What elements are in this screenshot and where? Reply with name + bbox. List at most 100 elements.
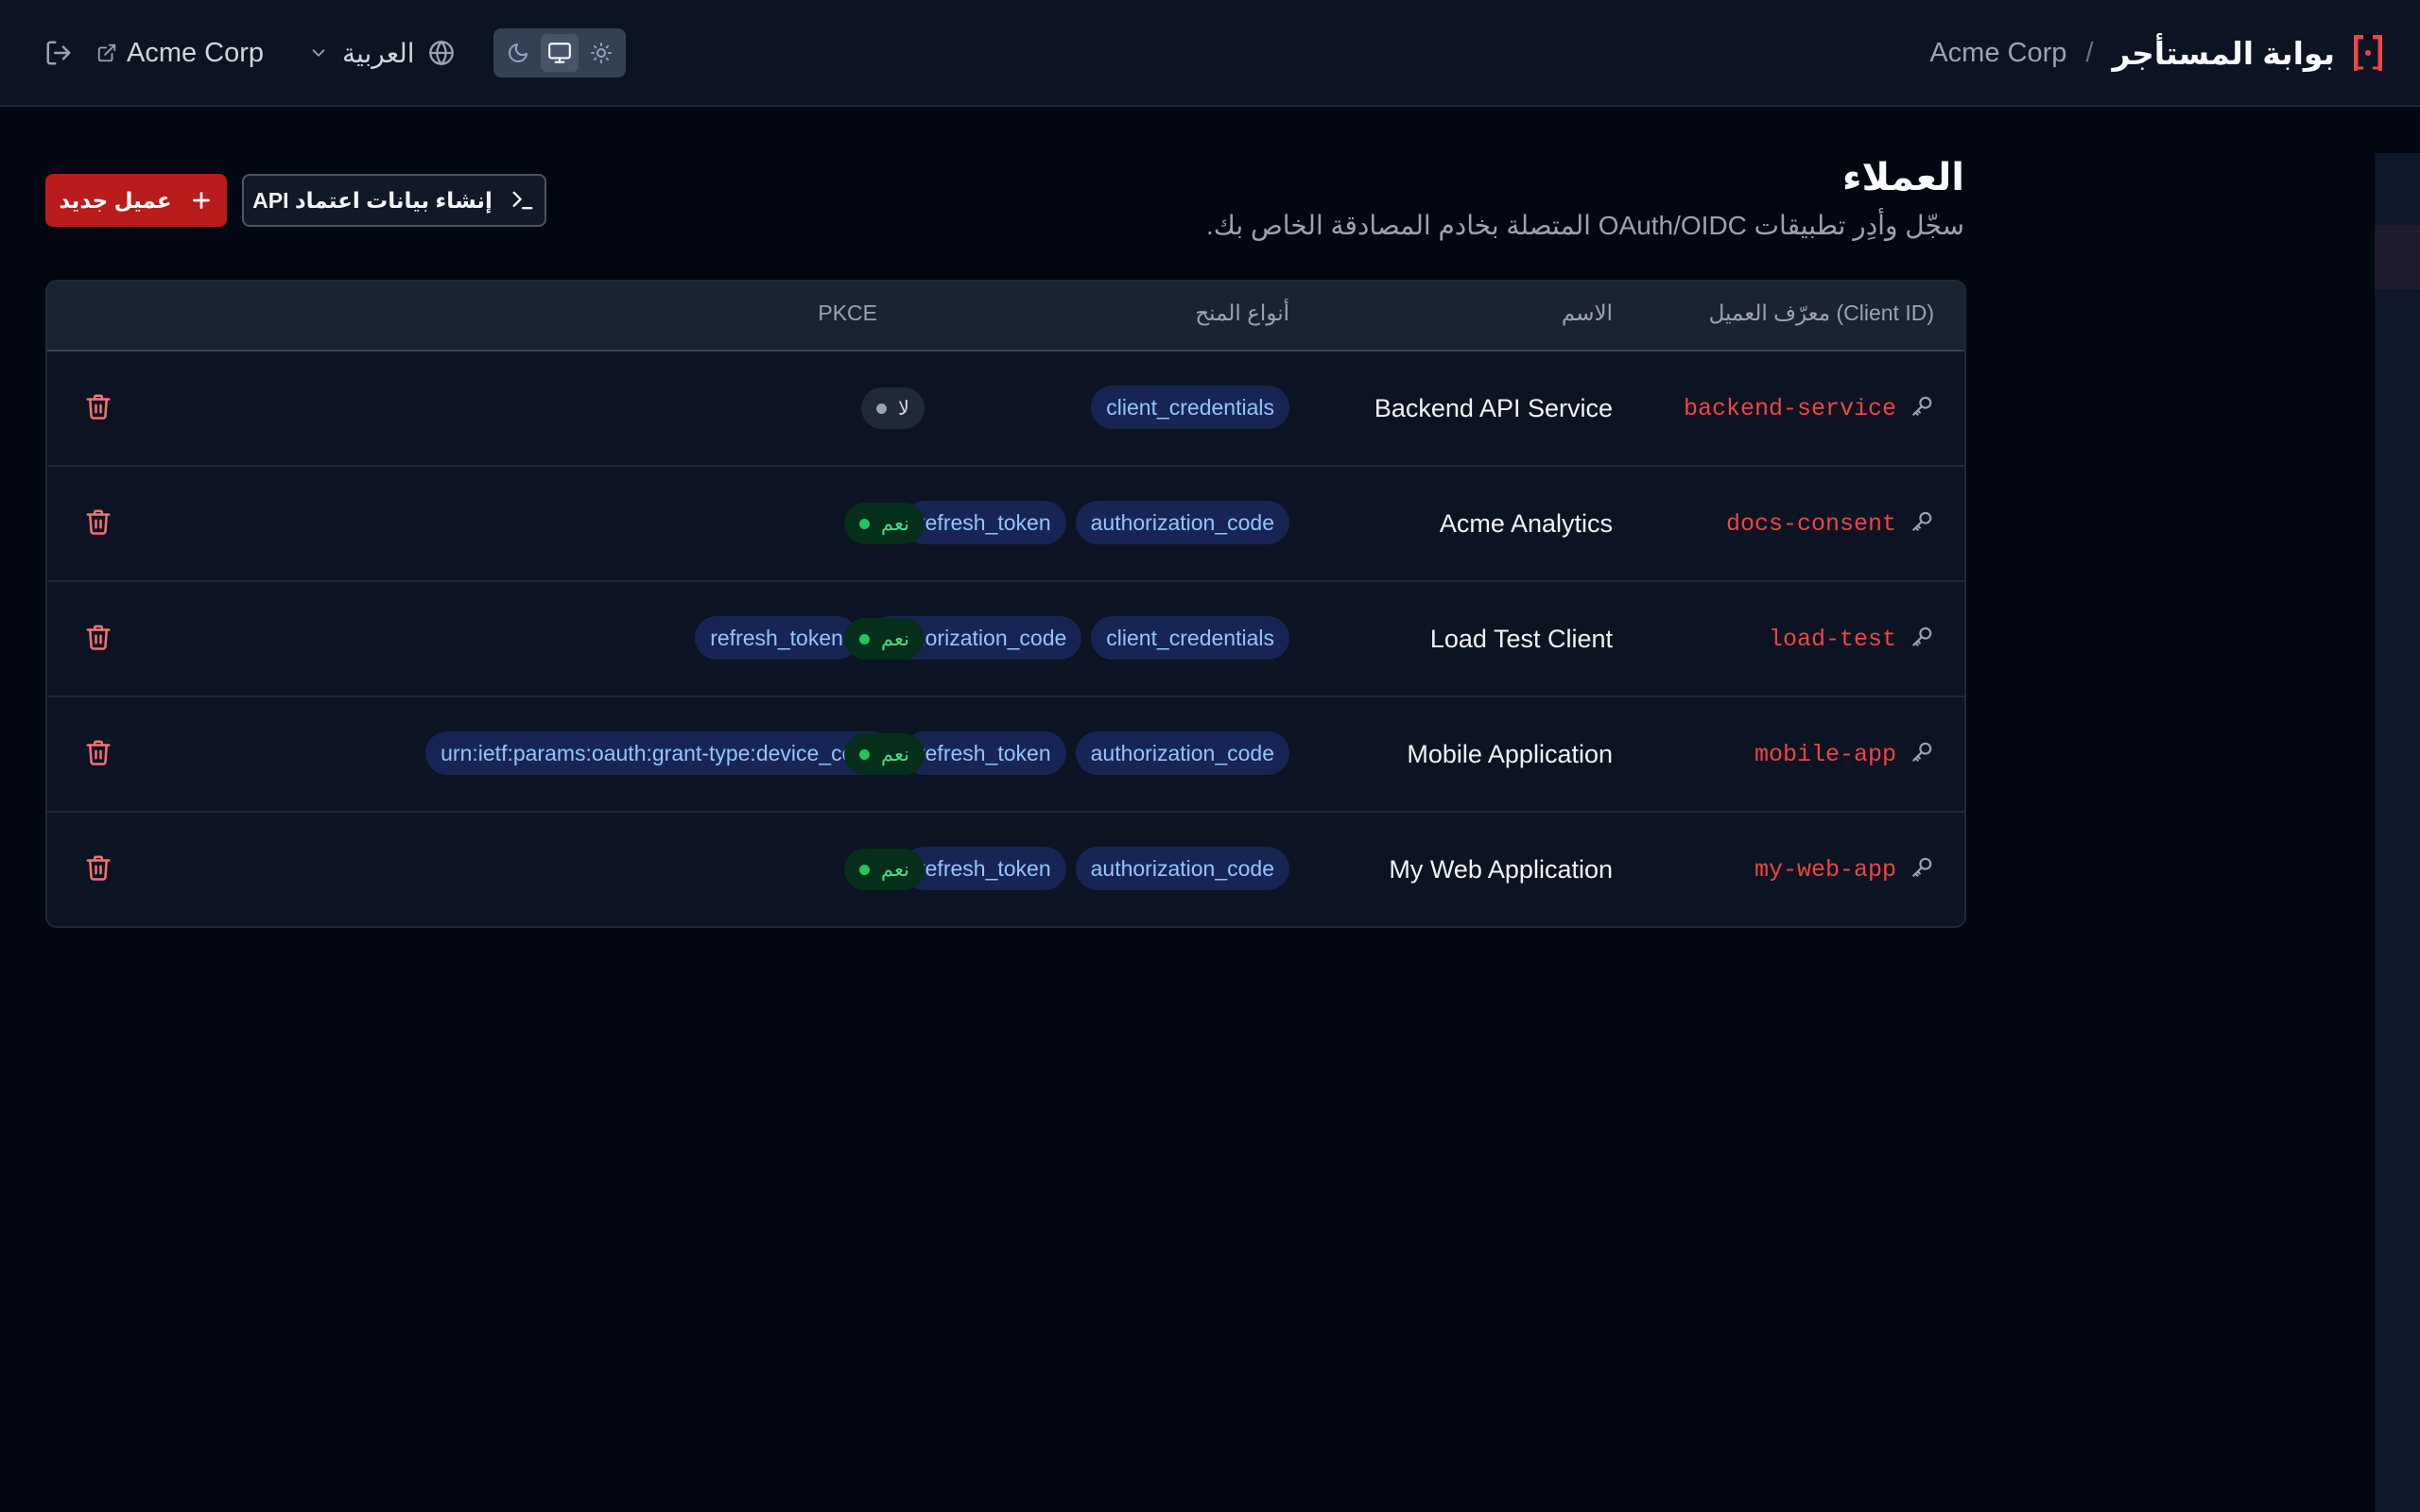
new-client-button[interactable]: عميل جديد bbox=[45, 174, 227, 227]
trash-icon bbox=[84, 853, 112, 886]
theme-system-button[interactable] bbox=[541, 34, 579, 72]
plus-icon bbox=[192, 192, 210, 209]
delete-client-button[interactable] bbox=[79, 735, 117, 773]
delete-client-button[interactable] bbox=[79, 389, 117, 427]
breadcrumb-separator: / bbox=[2085, 37, 2094, 68]
top-bar: بوابة المستأجر / Acme Corp Acme Corp الع… bbox=[0, 0, 2420, 107]
new-client-label: عميل جديد bbox=[59, 187, 172, 213]
table-row[interactable]: mobile-app Mobile Application authorizatio… bbox=[47, 697, 1964, 813]
grant-type-tag: authorization_code bbox=[1075, 731, 1289, 775]
page-header: العملاء سجّل وأدِر تطبيقات OAuth/OIDC ال… bbox=[1206, 151, 1964, 241]
trash-icon bbox=[84, 392, 112, 425]
logout-button[interactable] bbox=[42, 36, 76, 70]
page-title: العملاء bbox=[1842, 157, 1964, 198]
pkce-label: نعم bbox=[881, 858, 909, 881]
client-id-cell[interactable]: mobile-app bbox=[1754, 735, 1934, 773]
pkce-status-badge: نعم bbox=[844, 618, 925, 660]
pkce-status-badge: نعم bbox=[844, 503, 925, 544]
delete-client-button[interactable] bbox=[79, 850, 117, 888]
client-id: backend-service bbox=[1683, 394, 1896, 422]
grant-type-tag: refresh_token bbox=[695, 616, 858, 660]
trash-icon bbox=[84, 623, 112, 656]
grant-types: client_credentials authorization_code refr… bbox=[695, 616, 1289, 662]
pkce-status-badge: نعم bbox=[844, 733, 925, 775]
client-name: My Web Application bbox=[1389, 855, 1613, 884]
brand: بوابة المستأجر / Acme Corp bbox=[1929, 28, 2382, 77]
grant-types: authorization_code refresh_token bbox=[902, 501, 1289, 546]
client-id: mobile-app bbox=[1754, 740, 1896, 768]
table-header: معرّف العميل (Client ID) الاسم أنواع الم… bbox=[47, 282, 1964, 352]
create-api-credentials-button[interactable]: إنشاء بيانات اعتماد API bbox=[242, 174, 546, 227]
key-icon bbox=[1910, 394, 1934, 423]
theme-light-button[interactable] bbox=[582, 34, 620, 72]
scrollbar-thumb[interactable] bbox=[2375, 225, 2420, 289]
moon-icon bbox=[509, 43, 527, 62]
client-id-cell[interactable]: load-test bbox=[1769, 620, 1934, 658]
client-name: Backend API Service bbox=[1374, 394, 1613, 422]
tenant-link-label: Acme Corp bbox=[127, 37, 265, 68]
pkce-label: نعم bbox=[881, 512, 909, 535]
client-name: Mobile Application bbox=[1407, 740, 1613, 768]
pkce-status-badge: نعم bbox=[844, 849, 925, 890]
clients-table: معرّف العميل (Client ID) الاسم أنواع الم… bbox=[45, 280, 1966, 928]
theme-toggle bbox=[493, 28, 626, 77]
pkce-label: نعم bbox=[881, 627, 909, 650]
client-id-cell[interactable]: backend-service bbox=[1684, 389, 1934, 427]
column-header-name: الاسم bbox=[1561, 301, 1613, 325]
table-row[interactable]: backend-service Backend API Service client… bbox=[47, 352, 1964, 467]
language-select[interactable]: العربية bbox=[308, 30, 455, 76]
table-row[interactable]: docs-consent Acme Analytics authorization_… bbox=[47, 467, 1964, 582]
client-id-cell[interactable]: my-web-app bbox=[1754, 850, 1934, 888]
delete-client-button[interactable] bbox=[79, 620, 117, 658]
scrollbar-track[interactable] bbox=[2375, 153, 2420, 1512]
create-api-credentials-label: إنشاء بيانات اعتماد API bbox=[252, 187, 493, 213]
status-dot-icon bbox=[859, 864, 871, 875]
external-link-icon bbox=[97, 43, 116, 62]
table-row[interactable]: my-web-app My Web Application authorizatio… bbox=[47, 813, 1964, 926]
status-dot-icon bbox=[876, 403, 888, 414]
logout-icon bbox=[46, 41, 71, 65]
page-subtitle: سجّل وأدِر تطبيقات OAuth/OIDC المتصلة بخ… bbox=[1206, 211, 1964, 240]
sun-icon bbox=[591, 43, 612, 63]
table-row[interactable]: load-test Load Test Client client_credenti… bbox=[47, 582, 1964, 697]
globe-icon bbox=[428, 41, 454, 65]
column-header-pkce: PKCE bbox=[818, 301, 877, 325]
client-id: load-test bbox=[1768, 625, 1896, 653]
status-dot-icon bbox=[859, 633, 871, 644]
tenant-external-link[interactable]: Acme Corp bbox=[96, 30, 264, 76]
grant-type-tag: client_credentials bbox=[1091, 616, 1289, 660]
trash-icon bbox=[84, 507, 112, 541]
pkce-status-badge: لا bbox=[861, 387, 925, 429]
status-dot-icon bbox=[859, 748, 871, 760]
delete-client-button[interactable] bbox=[79, 505, 117, 542]
grant-type-tag: urn:ietf:params:oauth:grant-type:device_… bbox=[425, 731, 893, 775]
key-icon bbox=[1910, 509, 1934, 539]
brand-logo-icon bbox=[2354, 35, 2382, 71]
grant-type-tag: client_credentials bbox=[1091, 386, 1289, 429]
pkce-label: نعم bbox=[881, 743, 909, 765]
client-name: Acme Analytics bbox=[1439, 509, 1613, 538]
grant-types: authorization_code refresh_token bbox=[902, 847, 1289, 892]
grant-types: client_credentials bbox=[1091, 386, 1289, 431]
grant-type-tag: refresh_token bbox=[902, 731, 1066, 775]
grant-type-tag: authorization_code bbox=[1075, 501, 1289, 544]
key-icon bbox=[1910, 740, 1934, 769]
client-id-cell[interactable]: docs-consent bbox=[1726, 505, 1934, 542]
theme-dark-button[interactable] bbox=[499, 34, 537, 72]
status-dot-icon bbox=[859, 518, 871, 529]
grant-type-tag: refresh_token bbox=[902, 501, 1066, 544]
terminal-icon bbox=[512, 191, 533, 210]
grant-type-tag: authorization_code bbox=[1075, 847, 1289, 890]
breadcrumb-tenant[interactable]: Acme Corp bbox=[1929, 38, 2066, 69]
column-header-client-id: معرّف العميل (Client ID) bbox=[1708, 301, 1934, 325]
monitor-icon bbox=[548, 43, 571, 63]
trash-icon bbox=[84, 738, 112, 771]
client-id: my-web-app bbox=[1754, 855, 1896, 884]
client-id: docs-consent bbox=[1725, 509, 1896, 538]
pkce-label: لا bbox=[898, 397, 909, 420]
key-icon bbox=[1910, 625, 1934, 654]
grant-type-tag: refresh_token bbox=[902, 847, 1066, 890]
portal-title: بوابة المستأجر bbox=[2112, 35, 2335, 71]
client-name: Load Test Client bbox=[1429, 625, 1613, 653]
key-icon bbox=[1910, 855, 1934, 885]
